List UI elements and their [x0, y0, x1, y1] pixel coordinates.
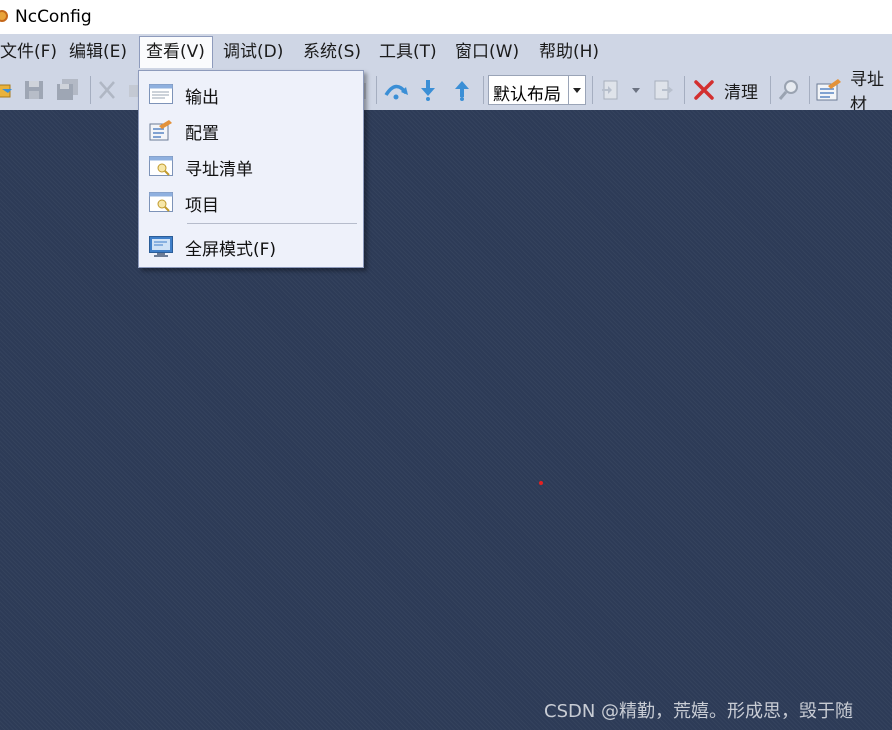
menu-item-config[interactable]: 配置	[139, 113, 363, 147]
fullscreen-icon	[149, 236, 173, 257]
save-all-icon[interactable]	[56, 78, 82, 102]
menu-file[interactable]: 文件(F)	[0, 36, 63, 68]
menu-item-label: 寻址清单	[185, 160, 253, 180]
find-icon[interactable]	[778, 78, 800, 102]
step-into-icon[interactable]	[418, 78, 438, 102]
title-bar: NcConfig	[0, 0, 892, 34]
menu-system[interactable]: 系统(S)	[297, 36, 367, 68]
small-dropdown-icon[interactable]	[630, 78, 642, 102]
config-icon	[149, 120, 173, 141]
menu-view[interactable]: 查看(V)	[139, 36, 213, 68]
clear-button[interactable]: 清理	[724, 78, 758, 103]
chevron-down-icon[interactable]	[568, 76, 585, 104]
document-icon[interactable]	[600, 78, 622, 102]
view-menu-dropdown: 输出 配置 寻址清单 项目 全屏模式(F)	[138, 70, 364, 268]
address-list-icon[interactable]	[816, 78, 842, 102]
menu-item-label: 输出	[185, 88, 219, 108]
menu-item-label: 配置	[185, 124, 219, 144]
layout-select-value: 默认布局	[493, 85, 561, 105]
menu-help[interactable]: 帮助(H)	[533, 36, 605, 68]
menu-window[interactable]: 窗口(W)	[449, 36, 525, 68]
menu-tools[interactable]: 工具(T)	[373, 36, 443, 68]
project-icon	[149, 192, 173, 212]
output-window-icon	[149, 84, 173, 104]
step-over-icon[interactable]	[383, 78, 409, 102]
menu-debug[interactable]: 调试(D)	[217, 36, 289, 68]
menu-edit[interactable]: 编辑(E)	[63, 36, 133, 68]
export-document-icon[interactable]	[652, 78, 674, 102]
clear-label: 清理	[724, 82, 758, 103]
menu-item-fullscreen[interactable]: 全屏模式(F)	[139, 229, 363, 263]
save-icon[interactable]	[24, 78, 46, 102]
layout-select[interactable]: 默认布局	[488, 75, 586, 105]
step-out-icon[interactable]	[452, 78, 472, 102]
clear-icon[interactable]	[692, 78, 716, 102]
menu-item-address-list[interactable]: 寻址清单	[139, 149, 363, 183]
copy-icon[interactable]	[128, 78, 138, 102]
open-icon[interactable]	[0, 78, 14, 102]
menu-item-project[interactable]: 项目	[139, 185, 363, 219]
menu-item-label: 全屏模式(F)	[185, 240, 277, 260]
cut-icon[interactable]	[96, 78, 118, 102]
address-list-label: 寻址材	[850, 70, 884, 115]
address-list-icon	[149, 156, 173, 176]
menu-separator	[187, 223, 357, 224]
workspace	[0, 110, 892, 730]
cursor-dot	[539, 481, 543, 485]
menu-bar: 文件(F) 编辑(E) 查看(V) 调试(D) 系统(S) 工具(T) 窗口(W…	[0, 34, 892, 70]
menu-item-output[interactable]: 输出	[139, 77, 363, 111]
menu-item-label: 项目	[185, 196, 219, 216]
address-list-button[interactable]: 寻址材	[850, 70, 892, 115]
toolbar: 默认布局 清理 寻址材	[0, 70, 892, 115]
app-logo-icon	[0, 10, 8, 22]
window-title: NcConfig	[15, 7, 92, 27]
watermark-text: CSDN @精勤，荒嬉。形成思，毁于随	[544, 701, 854, 722]
